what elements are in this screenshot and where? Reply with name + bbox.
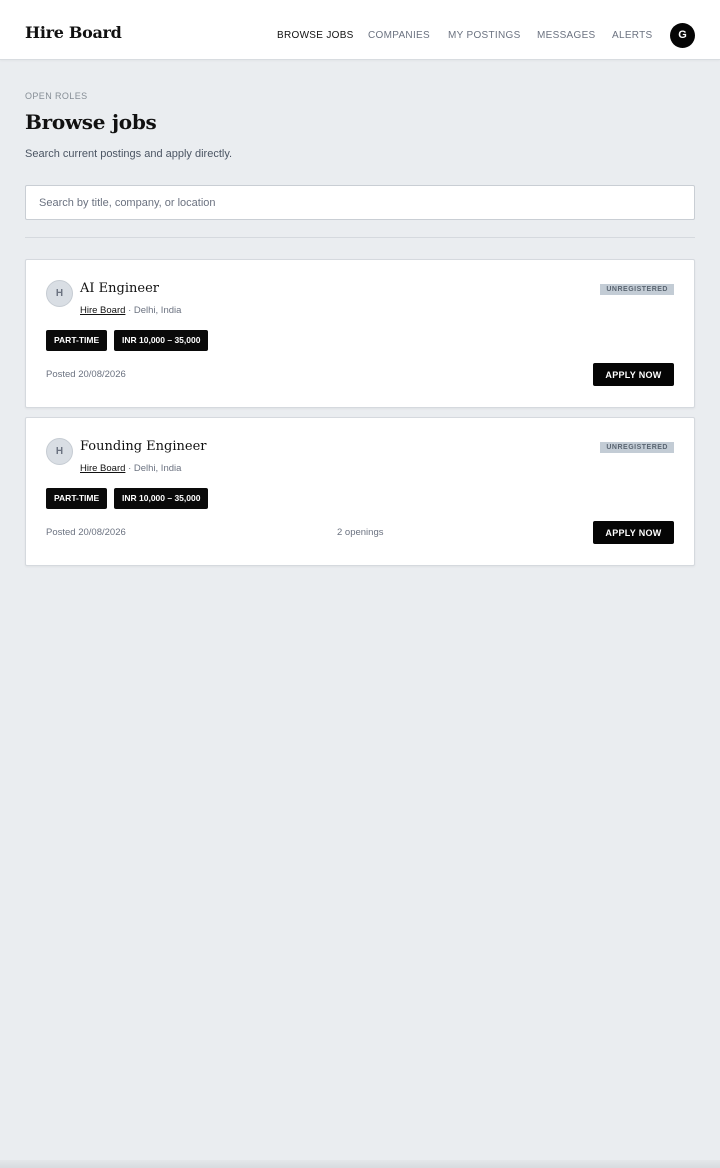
site-logo[interactable]: Hire Board (25, 22, 122, 44)
nav-my-postings[interactable]: MY POSTINGS (448, 30, 521, 42)
user-avatar[interactable]: G (670, 23, 695, 48)
job-meta: Hire Board · Delhi, India (80, 463, 181, 475)
meta-separator: · (128, 305, 132, 316)
posted-date: Posted 20/08/2026 (46, 527, 126, 538)
salary-tag: INR 10,000 – 35,000 (114, 488, 209, 509)
job-location: Delhi, India (133, 463, 182, 474)
nav-companies[interactable]: COMPANIES (368, 30, 430, 42)
meta-separator: · (128, 463, 132, 474)
job-meta: Hire Board · Delhi, India (80, 305, 181, 317)
job-title[interactable]: AI Engineer (80, 280, 159, 298)
job-card: H Founding Engineer Hire Board · Delhi, … (25, 417, 695, 566)
nav-messages[interactable]: MESSAGES (537, 30, 596, 42)
divider (25, 237, 695, 238)
job-type-tag: PART-TIME (46, 488, 108, 509)
page-title: Browse jobs (25, 110, 157, 134)
section-eyebrow: OPEN ROLES (25, 91, 88, 101)
page-footer-edge (0, 1160, 720, 1168)
top-navigation-bar: Hire Board BROWSE JOBS COMPANIES MY POST… (0, 0, 720, 60)
company-link[interactable]: Hire Board (80, 305, 125, 316)
nav-alerts[interactable]: ALERTS (612, 30, 653, 42)
status-badge: UNREGISTERED (600, 442, 674, 453)
nav-browse-jobs[interactable]: BROWSE JOBS (277, 30, 354, 42)
openings-count: 2 openings (337, 527, 384, 538)
status-badge: UNREGISTERED (600, 284, 674, 295)
salary-tag: INR 10,000 – 35,000 (114, 330, 209, 351)
posted-date: Posted 20/08/2026 (46, 369, 126, 380)
apply-now-button[interactable]: APPLY NOW (593, 363, 674, 386)
job-type-tag: PART-TIME (46, 330, 108, 351)
search-box (25, 185, 695, 220)
job-card: H AI Engineer Hire Board · Delhi, India … (25, 259, 695, 408)
company-avatar: H (46, 438, 73, 465)
job-title[interactable]: Founding Engineer (80, 438, 207, 456)
page-subtitle: Search current postings and apply direct… (25, 148, 233, 160)
apply-now-button[interactable]: APPLY NOW (593, 521, 674, 544)
search-input[interactable] (26, 186, 679, 219)
company-link[interactable]: Hire Board (80, 463, 125, 474)
company-avatar: H (46, 280, 73, 307)
job-location: Delhi, India (133, 305, 182, 316)
